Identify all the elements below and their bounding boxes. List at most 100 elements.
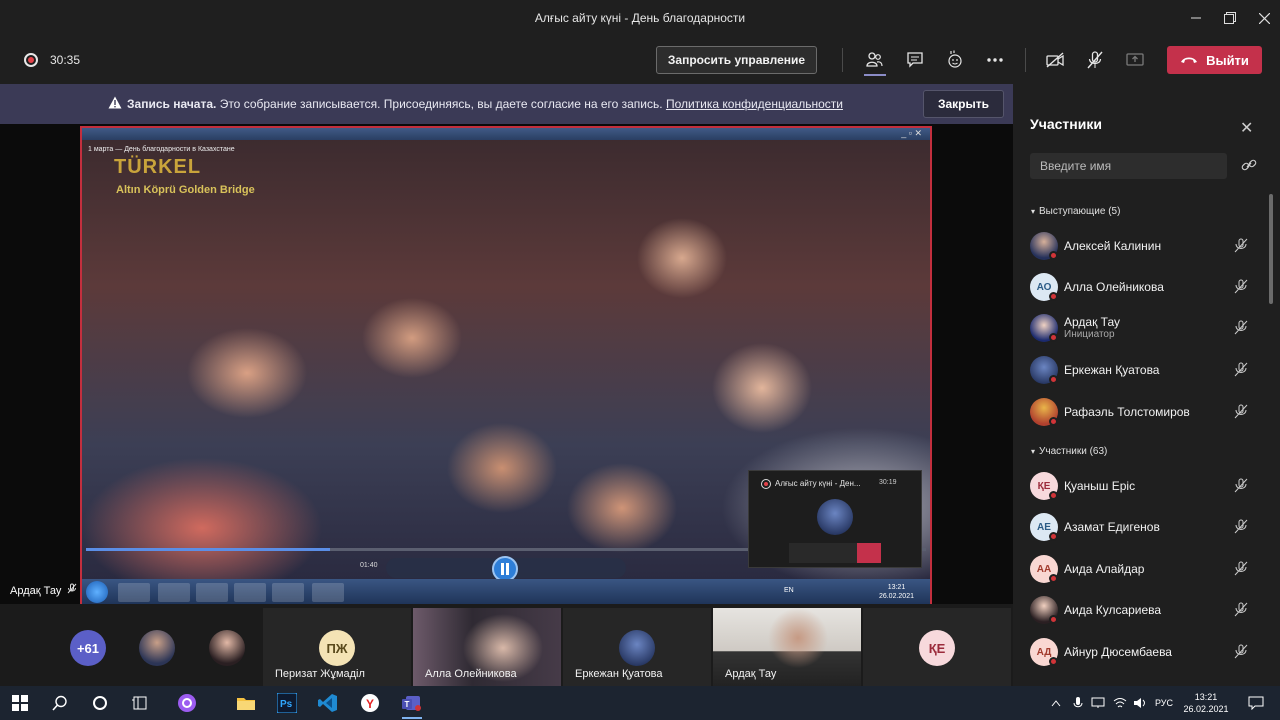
main-stage: _ ▫ ✕ 1 марта — День благодарности в Каз… (0, 124, 1013, 607)
mic-off-icon (1234, 362, 1248, 382)
participant-row[interactable]: Алексей Калинин (1030, 226, 1270, 266)
tray-wifi-icon[interactable] (1110, 693, 1130, 713)
recording-started-label: Запись начата. (127, 97, 217, 111)
camera-toggle-button[interactable] (1043, 48, 1067, 72)
participant-strip: +61 ПЖ Перизат Жұмаділ Алла Олейникова Е… (0, 604, 1013, 686)
warning-icon (108, 96, 122, 114)
participant-name: Аида Кулсариева (1064, 603, 1162, 617)
windows-logo-icon (12, 695, 28, 711)
status-badge (1049, 491, 1058, 500)
input-language[interactable]: РУС (1155, 698, 1173, 708)
tray-network-icon[interactable] (1088, 693, 1108, 713)
svg-text:Y: Y (366, 697, 374, 711)
leave-label: Выйти (1206, 52, 1249, 68)
panel-title: Участники (1030, 116, 1102, 132)
alice-app-button[interactable] (177, 693, 197, 713)
participant-avatar[interactable] (139, 630, 175, 666)
participant-row[interactable]: АА Аида Алайдар (1030, 549, 1270, 589)
restore-icon (1224, 12, 1236, 24)
show-chat-button[interactable] (903, 48, 927, 72)
windows-start-button[interactable] (10, 693, 30, 713)
status-badge (1049, 417, 1058, 426)
cortana-icon (93, 696, 107, 710)
minimize-icon (1191, 17, 1201, 19)
participant-row[interactable]: Рафаэль Толстомиров (1030, 392, 1270, 432)
recording-banner: Запись начата. Это собрание записывается… (0, 84, 1013, 124)
participant-tile[interactable]: ҚЕ (863, 608, 1011, 686)
participant-name: Ардақ Тау (1064, 315, 1120, 329)
teams-taskbar-button[interactable]: T (402, 693, 422, 713)
participant-name: Алексей Калинин (1064, 239, 1162, 253)
participant-name: Перизат Жұмаділ (275, 668, 365, 680)
share-content-button[interactable] (1123, 48, 1147, 72)
active-app-indicator (402, 717, 422, 719)
file-explorer-button[interactable] (236, 693, 256, 713)
more-participants-button[interactable]: +61 (70, 630, 106, 666)
copy-link-button[interactable] (1241, 158, 1257, 179)
yandex-browser-button[interactable]: Y (360, 693, 380, 713)
teams-app-icon (234, 583, 266, 602)
participant-tile[interactable]: ПЖ Перизат Жұмаділ (263, 608, 411, 686)
mic-off-icon (1234, 644, 1248, 664)
privacy-policy-link[interactable]: Политика конфиденциальности (666, 97, 843, 111)
recording-notice: Запись начата. Это собрание записывается… (127, 97, 843, 111)
mini-window-title: Алғыс айту күні - Ден... (775, 479, 861, 488)
participant-row[interactable]: АЕ Азамат Едигенов (1030, 507, 1270, 547)
status-badge (1049, 333, 1058, 342)
vscode-button[interactable] (318, 693, 338, 713)
participant-name: Рафаэль Толстомиров (1064, 405, 1190, 419)
leave-button[interactable]: Выйти (1167, 46, 1262, 74)
participant-search-input[interactable]: Введите имя (1030, 153, 1227, 179)
task-view-button[interactable] (130, 693, 150, 713)
raise-hand-button[interactable] (943, 48, 967, 72)
close-panel-button[interactable]: ✕ (1240, 118, 1253, 138)
alice-icon (178, 694, 196, 712)
tray-overflow-button[interactable] (1046, 693, 1066, 713)
share-screen-icon (1126, 53, 1144, 66)
tray-mic-icon[interactable] (1068, 693, 1088, 713)
attendees-section-toggle[interactable]: ▾ Участники (63) (1031, 446, 1107, 457)
action-center-button[interactable] (1246, 693, 1266, 713)
close-window-button[interactable] (1249, 6, 1279, 30)
participant-tile[interactable]: Еркежан Қуатова (563, 608, 711, 686)
cortana-button[interactable] (90, 693, 110, 713)
participant-row[interactable]: ҚЕ Қуаныш Еріс (1030, 466, 1270, 506)
participant-row[interactable]: АД Айнур Дюсембаева (1030, 632, 1270, 672)
participant-avatar[interactable] (209, 630, 245, 666)
taskbar-search-button[interactable] (50, 693, 70, 713)
mic-off-icon (1234, 519, 1248, 539)
taskbar-clock[interactable]: 13:21 26.02.2021 (1180, 691, 1232, 715)
presenters-section-toggle[interactable]: ▾ Выступающие (5) (1031, 206, 1120, 217)
mini-recording-icon (761, 479, 771, 489)
maximize-button[interactable] (1215, 6, 1245, 30)
mini-meeting-window[interactable]: Алғыс айту күні - Ден... 30:19 (748, 470, 922, 568)
mic-off-icon (1234, 602, 1248, 622)
participant-name: Еркежан Қуатова (575, 668, 663, 680)
presenter-name: Ардақ Тау (10, 585, 62, 597)
show-participants-button[interactable] (862, 48, 886, 72)
more-actions-button[interactable] (983, 48, 1007, 72)
minimize-button[interactable] (1181, 6, 1211, 30)
mic-toggle-button[interactable] (1083, 48, 1107, 72)
mini-hang-up-button[interactable] (857, 543, 881, 563)
tray-volume-icon[interactable] (1130, 693, 1150, 713)
close-banner-button[interactable]: Закрыть (923, 90, 1004, 118)
toolbar-divider (1025, 48, 1026, 72)
participant-video-tile[interactable]: Алла Олейникова (413, 608, 561, 686)
request-control-button[interactable]: Запросить управление (656, 46, 817, 74)
panel-scrollbar[interactable] (1269, 194, 1273, 304)
participant-row[interactable]: АО Алла Олейникова (1030, 267, 1270, 307)
mic-off-icon (68, 583, 77, 594)
participant-name: Азамат Едигенов (1064, 520, 1160, 534)
participant-row[interactable]: Ардақ Тау Инициатор (1030, 308, 1270, 348)
participant-row[interactable]: Еркежан Қуатова (1030, 350, 1270, 390)
status-badge (1049, 615, 1058, 624)
shared-taskbar: EN 13:21 26.02.2021 (82, 579, 930, 605)
photoshop-button[interactable]: Ps (277, 693, 297, 713)
participant-row[interactable]: Аида Кулсариева (1030, 590, 1270, 630)
mic-off-icon (1234, 279, 1248, 299)
status-badge (1049, 292, 1058, 301)
mini-avatar (817, 499, 853, 535)
window-title: Алғыс айту күні - День благодарности (534, 11, 746, 25)
participant-video-tile[interactable]: Ардақ Тау (713, 608, 861, 686)
